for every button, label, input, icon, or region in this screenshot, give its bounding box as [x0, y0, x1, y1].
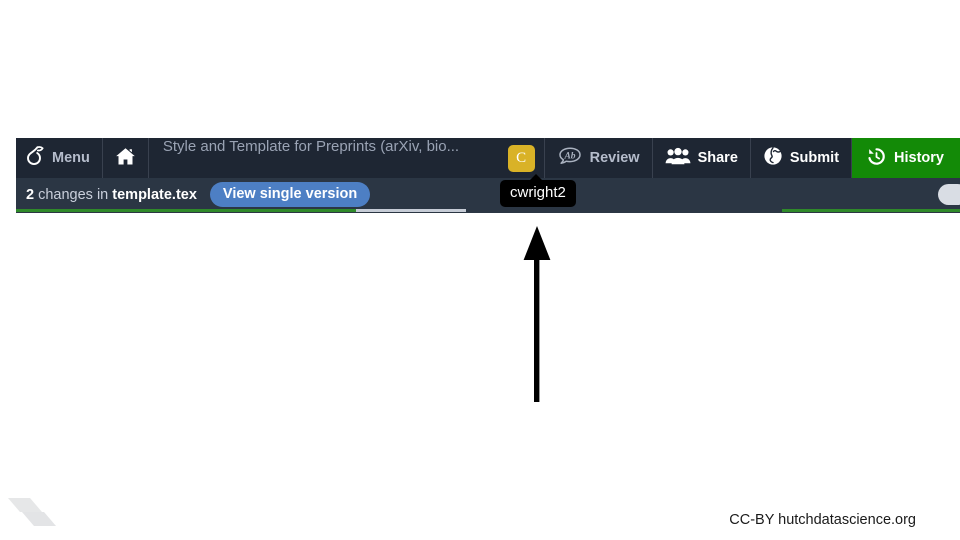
attribution-text: CC-BY hutchdatascience.org	[729, 512, 916, 528]
overleaf-leaf-icon	[24, 145, 45, 172]
overleaf-editor-window: Menu Style and Template for Preprints (a…	[16, 138, 960, 213]
avatar[interactable]: C	[507, 144, 535, 172]
tooltip-pointer-icon	[529, 174, 543, 181]
review-speech-bubble-ab-icon: Ab	[557, 146, 583, 170]
submit-button-label: Submit	[789, 150, 840, 166]
history-button-label: History	[894, 150, 944, 166]
svg-text:Ab: Ab	[563, 152, 575, 162]
up-arrow-annotation	[519, 226, 555, 402]
top-toolbar: Menu Style and Template for Preprints (a…	[16, 138, 960, 178]
share-button[interactable]: Share	[653, 138, 751, 178]
changes-summary: 2 changes in template.tex	[26, 187, 197, 203]
history-clock-icon	[866, 146, 887, 171]
collaborator-avatar-cell[interactable]: C	[499, 138, 545, 178]
green-accent-strip-left	[16, 209, 356, 212]
home-button[interactable]	[103, 138, 149, 178]
review-button-label: Review	[589, 150, 640, 166]
home-icon	[115, 147, 136, 170]
avatar-tooltip: cwright2	[500, 174, 576, 207]
submit-button[interactable]: Submit	[751, 138, 853, 178]
avatar-tooltip-label: cwright2	[510, 184, 566, 201]
share-button-label: Share	[697, 150, 738, 166]
people-group-icon	[665, 147, 691, 170]
menu-button[interactable]: Menu	[16, 138, 103, 178]
project-title[interactable]: Style and Template for Preprints (arXiv,…	[149, 138, 499, 178]
watermark-logo	[6, 494, 62, 530]
review-button[interactable]: Ab Review	[545, 138, 653, 178]
view-single-version-button[interactable]: View single version	[209, 182, 371, 207]
subbar-right-control[interactable]	[938, 184, 960, 205]
green-accent-strip-right	[782, 209, 960, 212]
changes-count: 2	[26, 186, 35, 203]
history-subbar: 2 changes in template.tex View single ve…	[16, 178, 960, 211]
changes-mid-text: changes in	[34, 186, 113, 203]
history-button[interactable]: History	[852, 138, 960, 178]
changes-file-name: template.tex	[112, 186, 197, 203]
menu-button-label: Menu	[52, 150, 90, 166]
grey-accent-strip	[356, 209, 466, 212]
globe-icon	[763, 146, 783, 170]
